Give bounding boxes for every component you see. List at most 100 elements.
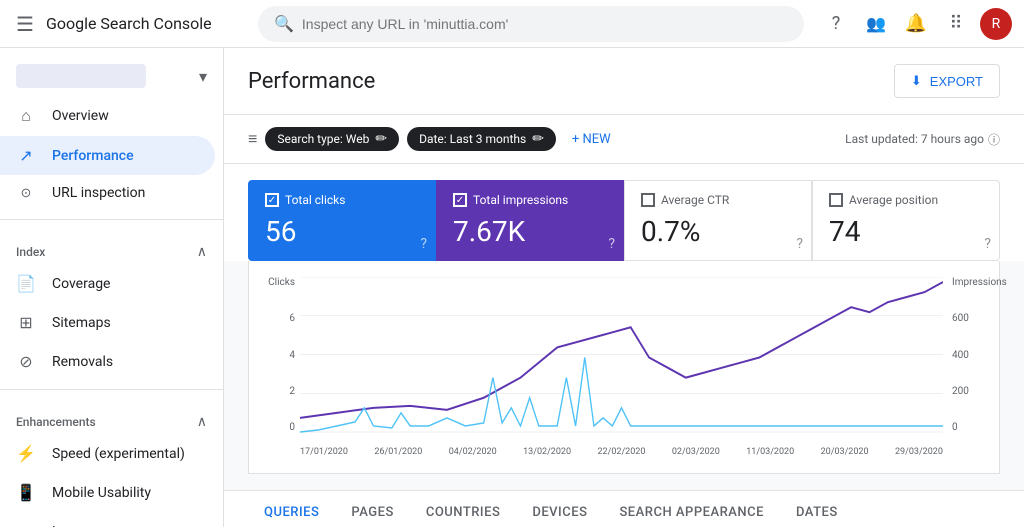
tabs-bar: QUERIES PAGES COUNTRIES DEVICES SEARCH A… [224,490,1024,527]
y-axis-left: Clicks 6 4 2 0 [265,277,295,433]
help-icon-impressions[interactable]: ? [608,236,615,252]
y-left-label: Clicks [268,277,295,288]
performance-icon: ↗ [16,146,36,165]
speed-icon: ⚡ [16,444,36,463]
x-label-1: 17/01/2020 [300,447,348,457]
search-type-chip[interactable]: Search type: Web ✏ [265,127,399,151]
sidebar-item-sitemaps[interactable]: ⊞ Sitemaps [0,303,215,342]
removals-icon: ⊘ [16,352,36,371]
chart-svg-wrapper [300,277,943,433]
x-label-5: 22/02/2020 [598,447,646,457]
x-label-9: 29/03/2020 [895,447,943,457]
help-icon[interactable]: ? [820,8,852,40]
search-icon: 🔍 [274,14,294,33]
y-left-0: 0 [289,422,295,433]
sitemaps-icon: ⊞ [16,313,36,332]
clicks-checkbox[interactable]: ✓ [265,193,279,207]
help-icon-clicks[interactable]: ? [420,236,427,252]
clicks-value: 56 [265,215,419,248]
edit-icon-2: ✏ [532,131,544,147]
new-filter-button[interactable]: + NEW [564,128,619,151]
metric-card-clicks[interactable]: ✓ Total clicks 56 ? [248,180,436,261]
metric-card-impressions[interactable]: ✓ Total impressions 7.67K ? [436,180,624,261]
chevron-down-icon: ▾ [199,67,207,86]
y-axis-right: Impressions 600 400 200 0 [948,277,983,433]
main-content: Performance ⬇ EXPORT ≡ Search type: Web … [224,48,1024,527]
ctr-value: 0.7% [641,215,795,248]
help-icon-ctr[interactable]: ? [796,236,803,252]
edit-icon: ✏ [375,131,387,147]
layout: ▾ ⌂ Overview ↗ Performance ⊙ URL inspect… [0,48,1024,527]
help-icon-position[interactable]: ? [984,236,991,252]
tab-pages[interactable]: PAGES [335,491,409,527]
search-input[interactable] [302,16,788,32]
metric-card-position[interactable]: Average position 74 ? [812,180,1000,261]
download-icon: ⬇ [911,73,922,89]
notifications-icon[interactable]: 🔔 [900,8,932,40]
tab-devices[interactable]: DEVICES [516,491,603,527]
avatar[interactable]: R [980,8,1012,40]
sidebar-item-performance[interactable]: ↗ Performance [0,136,215,175]
divider [0,219,223,220]
y-right-400: 400 [952,350,969,361]
sidebar-item-speed[interactable]: ⚡ Speed (experimental) [0,434,215,473]
impressions-line [300,282,943,418]
index-chevron-icon[interactable]: ∧ [197,244,207,260]
y-right-200: 200 [952,386,969,397]
metric-card-ctr[interactable]: Average CTR 0.7% ? [624,180,812,261]
mobile-icon: 📱 [16,483,36,502]
divider-2 [0,389,223,390]
tab-countries[interactable]: COUNTRIES [410,491,517,527]
search-bar[interactable]: 🔍 [258,6,804,42]
y-right-600: 600 [952,313,969,324]
enhancements-section: Enhancements ∧ [0,398,223,434]
filter-bar: ≡ Search type: Web ✏ Date: Last 3 months… [224,115,1024,164]
sidebar-item-coverage[interactable]: 📄 Coverage [0,264,215,303]
home-icon: ⌂ [16,106,36,126]
tab-dates[interactable]: DATES [780,491,854,527]
position-checkbox[interactable] [829,193,843,207]
tab-search-appearance[interactable]: SEARCH APPEARANCE [603,491,780,527]
x-label-3: 04/02/2020 [449,447,497,457]
x-label-4: 13/02/2020 [523,447,571,457]
impressions-checkbox[interactable]: ✓ [453,193,467,207]
position-value: 74 [829,215,983,248]
y-left-4: 4 [289,350,295,361]
tab-queries[interactable]: QUERIES [248,491,335,527]
url-inspect-icon: ⊙ [16,186,36,201]
sidebar-item-mobile[interactable]: 📱 Mobile Usability [0,473,215,512]
index-section: Index ∧ [0,228,223,264]
x-label-6: 02/03/2020 [672,447,720,457]
y-left-2: 2 [289,386,295,397]
date-chip[interactable]: Date: Last 3 months ✏ [407,127,556,151]
page-header: Performance ⬇ EXPORT [224,48,1024,115]
logo: Google Search Console [46,14,212,33]
manage-users-icon[interactable]: 👥 [860,8,892,40]
sidebar-item-removals[interactable]: ⊘ Removals [0,342,215,381]
enhancements-chevron-icon[interactable]: ∧ [197,414,207,430]
info-icon[interactable]: ⓘ [988,131,1000,148]
export-button[interactable]: ⬇ EXPORT [894,64,1000,98]
sidebar-item-url-inspection[interactable]: ⊙ URL inspection [0,175,215,211]
topbar-left: ☰ Google Search Console [12,8,242,40]
filter-icon[interactable]: ≡ [248,129,257,149]
chart-svg [300,277,943,433]
x-label-8: 20/03/2020 [821,447,869,457]
topbar-right: ? 👥 🔔 ⠿ R [820,8,1012,40]
y-right-0: 0 [952,422,958,433]
y-left-6: 6 [289,313,295,324]
clicks-line [300,358,943,432]
menu-icon[interactable]: ☰ [12,8,38,40]
sidebar-item-logos[interactable]: ◇ Logos [0,512,215,527]
ctr-checkbox[interactable] [641,193,655,207]
apps-icon[interactable]: ⠿ [940,8,972,40]
coverage-icon: 📄 [16,274,36,293]
sidebar-item-overview[interactable]: ⌂ Overview [0,96,215,136]
last-updated: Last updated: 7 hours ago ⓘ [845,131,1000,148]
topbar: ☰ Google Search Console 🔍 ? 👥 🔔 ⠿ R [0,0,1024,48]
chart-container: Clicks 6 4 2 0 Impressions 600 400 200 0 [265,277,983,457]
impressions-value: 7.67K [453,215,607,248]
property-selector[interactable]: ▾ [0,56,223,96]
page-title: Performance [248,69,375,94]
x-label-7: 11/03/2020 [746,447,794,457]
